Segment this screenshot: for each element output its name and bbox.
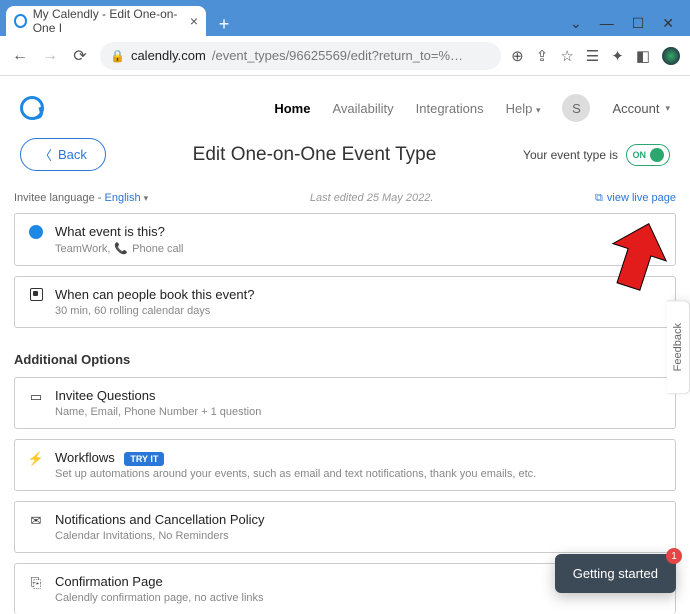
- blue-dot-icon: [29, 225, 43, 239]
- window-controls: ⌄ — ☐ ✕: [560, 11, 684, 36]
- feedback-tab[interactable]: Feedback: [667, 300, 690, 394]
- meta-row: Invitee language - English ▾ Last edited…: [0, 181, 690, 213]
- profile-avatar-icon[interactable]: [662, 47, 680, 65]
- reload-icon[interactable]: ⟳: [70, 46, 90, 66]
- chevron-left-icon: 〈: [39, 145, 52, 164]
- card-title: Invitee Questions: [55, 388, 663, 403]
- card-subtitle: Calendar Invitations, No Reminders: [55, 530, 663, 542]
- card-subtitle: Name, Email, Phone Number + 1 question: [55, 406, 663, 418]
- event-name: TeamWork,: [55, 243, 110, 255]
- card-notifications[interactable]: ✉ Notifications and Cancellation Policy …: [14, 501, 676, 553]
- app-header: Home Availability Integrations Help ▾ S …: [0, 86, 690, 132]
- form-icon: ▭: [27, 388, 45, 405]
- card-title: What event is this?: [55, 224, 663, 239]
- lock-icon: 🔒: [110, 49, 125, 63]
- calendar-dot-icon: [30, 288, 43, 301]
- try-it-badge[interactable]: TRY IT: [124, 452, 164, 466]
- chevron-down-icon[interactable]: ⌄: [570, 15, 582, 32]
- notification-badge: 1: [666, 548, 682, 564]
- forward-nav-icon: →: [40, 47, 60, 65]
- maximize-icon[interactable]: ☐: [632, 15, 645, 32]
- event-location: Phone call: [132, 243, 183, 255]
- status-label: Your event type is: [523, 148, 618, 162]
- phone-icon: 📞: [114, 242, 128, 255]
- invitee-language[interactable]: Invitee language - English ▾: [14, 192, 148, 204]
- main-nav: Home Availability Integrations Help ▾ S …: [274, 94, 670, 122]
- last-edited: Last edited 25 May 2022.: [148, 191, 595, 205]
- minimize-icon[interactable]: —: [600, 15, 614, 32]
- avatar[interactable]: S: [562, 94, 590, 122]
- card-invitee-questions[interactable]: ▭ Invitee Questions Name, Email, Phone N…: [14, 377, 676, 429]
- share-icon[interactable]: ⇪: [536, 47, 549, 65]
- new-tab-button[interactable]: +: [212, 12, 236, 36]
- title-row: 〈 Back Edit One-on-One Event Type Your e…: [0, 132, 690, 181]
- status-toggle[interactable]: ON: [626, 144, 670, 166]
- nav-integrations[interactable]: Integrations: [416, 101, 484, 116]
- toolbar-icons: ⊕ ⇪ ☆ ☰ ✦ ◧: [511, 47, 680, 65]
- nav-availability[interactable]: Availability: [332, 101, 393, 116]
- card-title: Workflows TRY IT: [55, 450, 663, 465]
- lightning-icon: ⚡: [27, 450, 45, 467]
- card-title: When can people book this event?: [55, 287, 663, 302]
- nav-account[interactable]: Account ▾: [612, 101, 670, 116]
- card-subtitle: Set up automations around your events, s…: [55, 468, 663, 480]
- getting-started-button[interactable]: Getting started 1: [555, 554, 676, 593]
- translate-icon[interactable]: ⊕: [511, 47, 524, 65]
- toggle-knob: [650, 148, 664, 162]
- back-label: Back: [58, 147, 87, 162]
- card-when-book[interactable]: When can people book this event? 30 min,…: [14, 276, 676, 328]
- external-link-icon: ⧉: [595, 192, 603, 205]
- url-path: /event_types/96625569/edit?return_to=%…: [212, 48, 463, 63]
- tab-title: My Calendly - Edit One-on-One I: [33, 7, 184, 35]
- mail-icon: ✉: [27, 512, 45, 529]
- toggle-text: ON: [633, 150, 647, 160]
- back-nav-icon[interactable]: ←: [10, 47, 30, 65]
- page-title: Edit One-on-One Event Type: [106, 144, 523, 166]
- back-button[interactable]: 〈 Back: [20, 138, 106, 171]
- nav-home[interactable]: Home: [274, 101, 310, 116]
- browser-tab[interactable]: My Calendly - Edit One-on-One I ×: [6, 6, 206, 36]
- calendly-logo-icon[interactable]: [20, 96, 44, 120]
- close-tab-icon[interactable]: ×: [190, 13, 198, 29]
- view-live-link[interactable]: ⧉ view live page: [595, 192, 676, 205]
- card-workflows[interactable]: ⚡ Workflows TRY IT Set up automations ar…: [14, 439, 676, 491]
- extensions-icon[interactable]: ✦: [611, 47, 624, 65]
- card-what-event[interactable]: What event is this? TeamWork, 📞 Phone ca…: [14, 213, 676, 266]
- chevron-down-icon: ▾: [536, 105, 541, 115]
- calendly-favicon: [14, 14, 27, 28]
- browser-tab-bar: My Calendly - Edit One-on-One I × + ⌄ — …: [0, 0, 690, 36]
- nav-help[interactable]: Help ▾: [506, 101, 541, 116]
- section-additional-options: Additional Options: [0, 338, 690, 377]
- url-field[interactable]: 🔒 calendly.com/event_types/96625569/edit…: [100, 42, 501, 70]
- card-subtitle: Calendly confirmation page, no active li…: [55, 592, 663, 604]
- readlist-icon[interactable]: ☰: [586, 47, 599, 65]
- card-subtitle: 30 min, 60 rolling calendar days: [55, 305, 663, 317]
- exit-icon: ⎘: [27, 574, 45, 591]
- close-window-icon[interactable]: ✕: [662, 15, 674, 32]
- bookmark-icon[interactable]: ☆: [560, 47, 573, 65]
- language-link[interactable]: English: [105, 192, 141, 204]
- url-host: calendly.com: [131, 48, 206, 63]
- account-square-icon[interactable]: ◧: [636, 47, 650, 65]
- card-title: Notifications and Cancellation Policy: [55, 512, 663, 527]
- browser-address-bar: ← → ⟳ 🔒 calendly.com/event_types/9662556…: [0, 36, 690, 76]
- chevron-down-icon: ▾: [665, 103, 670, 114]
- event-status: Your event type is ON: [523, 144, 670, 166]
